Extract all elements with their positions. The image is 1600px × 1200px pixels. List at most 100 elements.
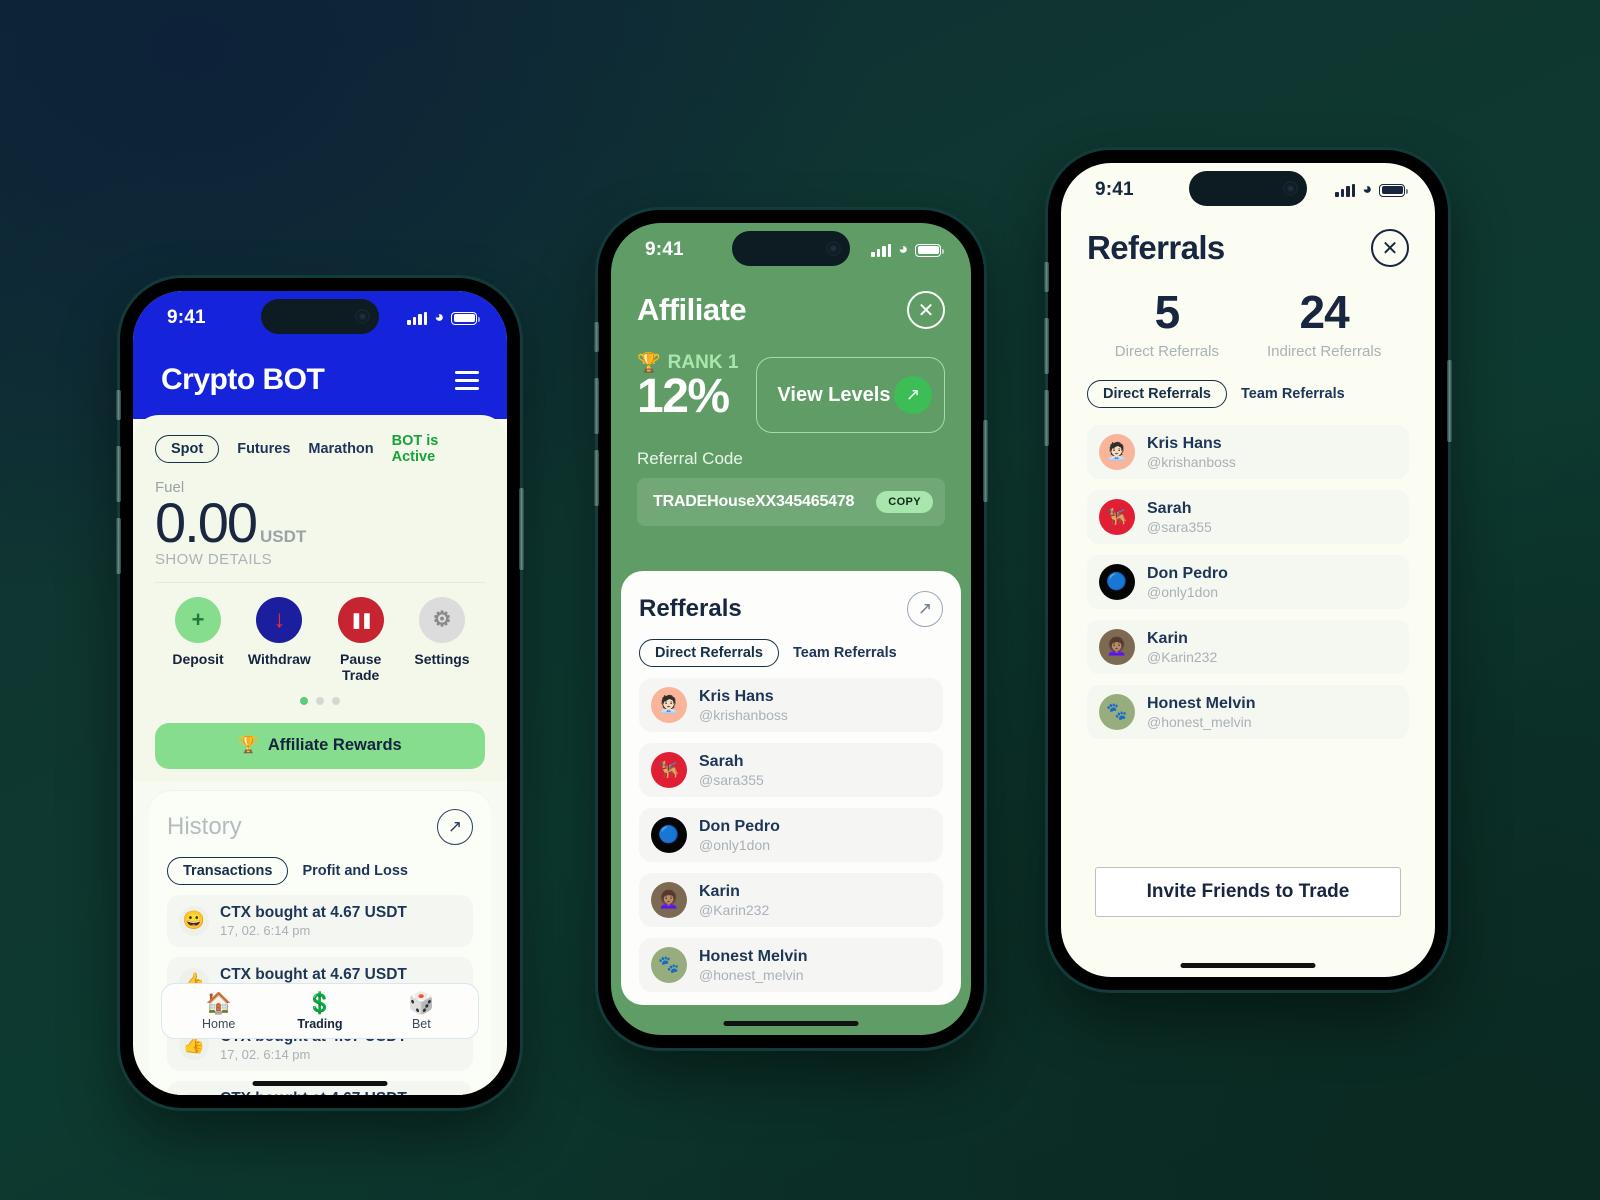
avatar: 🐾 [1099, 694, 1135, 730]
phone3-volume-down-button[interactable] [1044, 390, 1049, 446]
transaction-title: CTX bought at 4.67 USDT [220, 965, 407, 983]
phone2-power-button[interactable] [983, 420, 988, 502]
phone3-power-button[interactable] [1447, 360, 1452, 442]
list-item[interactable]: 👩🏽‍🦱 Karin @Karin232 [639, 873, 943, 927]
referral-tabs: Direct Referrals Team Referrals [639, 639, 943, 667]
phone1-screen: 9:41 ◕ Crypto BOT Spot Futures Marathon … [133, 291, 507, 1095]
tab-team-referrals[interactable]: Team Referrals [793, 645, 897, 661]
tab-direct-referrals[interactable]: Direct Referrals [639, 639, 779, 667]
phone2-volume-down-button[interactable] [594, 450, 599, 506]
home-indicator [252, 1081, 388, 1086]
gear-icon: ⚙ [418, 596, 465, 643]
carousel-dot-3[interactable] [332, 696, 340, 705]
list-item[interactable]: 🐾 Honest Melvin @honest_melvin [639, 938, 943, 992]
arrow-up-right-icon[interactable]: ↗ [437, 808, 473, 845]
close-icon[interactable]: ✕ [1371, 229, 1409, 267]
close-icon[interactable]: ✕ [907, 291, 945, 329]
referral-code-label: Referral Code [637, 449, 743, 468]
invite-friends-button[interactable]: Invite Friends to Trade [1095, 867, 1401, 917]
referral-handle: @only1don [1147, 583, 1219, 600]
view-levels-button[interactable]: View Levels ↗ [756, 357, 945, 433]
dynamic-island [732, 231, 850, 266]
nav-item-home[interactable]: 🏠 Home [168, 992, 269, 1031]
tab-team-referrals[interactable]: Team Referrals [1241, 386, 1345, 402]
tab-marathon[interactable]: Marathon [308, 441, 373, 457]
carousel-dot-2[interactable] [316, 696, 324, 705]
referral-name: Don Pedro [699, 817, 780, 835]
referral-handle: @sara355 [1147, 518, 1212, 535]
nav-item-bet[interactable]: 🎲 Bet [371, 992, 472, 1031]
phone3-screen: 9:41 ◕ Referrals ✕ 5 Direct Referrals 24… [1061, 163, 1435, 977]
list-item[interactable]: 🐾 Honest Melvin @honest_melvin [1087, 685, 1409, 739]
front-camera-icon [1283, 181, 1298, 196]
stat-direct-referrals: 5 Direct Referrals [1115, 289, 1219, 360]
wifi-icon: ◕ [1362, 181, 1372, 198]
affiliate-rewards-button[interactable]: 🏆 Affiliate Rewards [155, 722, 485, 769]
action-pause-trade[interactable]: ❚❚ Pause Trade [322, 596, 400, 683]
hamburger-menu-icon[interactable] [455, 370, 479, 390]
phone1-volume-up-button[interactable] [116, 446, 121, 502]
carousel-dot-1[interactable] [300, 696, 308, 705]
list-item[interactable]: 🧑🏻‍💼 Kris Hans @krishanboss [639, 678, 943, 732]
tab-futures[interactable]: Futures [237, 441, 290, 457]
action-settings[interactable]: ⚙ Settings [403, 596, 481, 683]
page-title: Affiliate [637, 292, 747, 327]
table-row[interactable]: 😀 CTX bought at 4.67 USDT 17, 02. 6:14 p… [167, 894, 473, 947]
nav-item-trading[interactable]: 💲 Trading [269, 992, 370, 1031]
copy-button[interactable]: COPY [876, 491, 933, 513]
stat-indirect-referrals: 24 Indirect Referrals [1267, 289, 1381, 360]
referral-name: Sarah [1147, 499, 1192, 517]
referral-handle: @Karin232 [1147, 648, 1218, 665]
tab-profit-and-loss[interactable]: Profit and Loss [302, 863, 408, 879]
phone-referrals: 9:41 ◕ Referrals ✕ 5 Direct Referrals 24… [1044, 150, 1452, 990]
phone1-main-card: Spot Futures Marathon BOT is Active Fuel… [133, 415, 507, 781]
action-deposit[interactable]: + Deposit [159, 596, 237, 683]
avatar: 🐕‍🦺 [651, 752, 687, 788]
list-item[interactable]: 👩🏽‍🦱 Karin @Karin232 [1087, 620, 1409, 674]
balance-amount: 0.00 [155, 491, 258, 554]
bottom-navigation-bar: 🏠 Home 💲 Trading 🎲 Bet [161, 982, 479, 1039]
referrals-sheet: Refferals ↗ Direct Referrals Team Referr… [621, 571, 961, 1005]
tab-transactions[interactable]: Transactions [167, 856, 289, 885]
list-item[interactable]: 🧑🏻‍💼 Kris Hans @krishanboss [1087, 425, 1409, 479]
stat-indirect-label: Indirect Referrals [1266, 343, 1382, 360]
home-indicator [1180, 963, 1316, 968]
avatar: 🐾 [651, 947, 687, 983]
list-item[interactable]: 🐕‍🦺 Sarah @sara355 [639, 743, 943, 797]
tab-spot[interactable]: Spot [155, 435, 220, 463]
avatar: 🧑🏻‍💼 [1099, 434, 1135, 470]
avatar: 👩🏽‍🦱 [1099, 629, 1135, 665]
referral-code-field[interactable]: TRADEHouseXX345465478 COPY [637, 478, 945, 526]
referral-handle: @Karin232 [699, 901, 770, 918]
transaction-time: 17, 02. 6:14 pm [220, 922, 311, 938]
referrals-list: 🧑🏻‍💼 Kris Hans @krishanboss 🐕‍🦺 Sarah @s… [1061, 408, 1435, 739]
affiliate-rewards-label: Affiliate Rewards [267, 736, 402, 755]
nav-trading-label: Trading [297, 1017, 343, 1031]
arrow-down-icon: ↓ [256, 596, 303, 643]
pause-icon: ❚❚ [337, 596, 384, 643]
phone2-volume-up-button[interactable] [594, 378, 599, 434]
phone3-volume-up-button[interactable] [1044, 318, 1049, 374]
tab-direct-referrals[interactable]: Direct Referrals [1087, 380, 1227, 408]
avatar: 🧑🏻‍💼 [651, 687, 687, 723]
phone2-mute-switch[interactable] [594, 322, 599, 352]
action-withdraw[interactable]: ↓ Withdraw [240, 596, 318, 683]
arrow-up-right-icon[interactable]: ↗ [907, 591, 943, 627]
phone1-mute-switch[interactable] [116, 390, 121, 420]
phone1-power-button[interactable] [519, 488, 524, 570]
thumbs-up-icon: 👍 [179, 1091, 209, 1095]
phone1-volume-down-button[interactable] [116, 518, 121, 574]
bot-status-badge: BOT is Active [392, 433, 485, 465]
carousel-dots[interactable] [155, 696, 485, 705]
phone3-mute-switch[interactable] [1044, 262, 1049, 292]
list-item[interactable]: 🔵 Don Pedro @only1don [639, 808, 943, 862]
referral-name: Kris Hans [699, 687, 774, 705]
referral-name: Sarah [699, 752, 744, 770]
list-item[interactable]: 🐕‍🦺 Sarah @sara355 [1087, 490, 1409, 544]
arrow-up-right-icon: ↗ [894, 376, 932, 414]
list-item[interactable]: 🔵 Don Pedro @only1don [1087, 555, 1409, 609]
market-tabs: Spot Futures Marathon BOT is Active [155, 433, 485, 465]
show-details-link[interactable]: SHOW DETAILS [155, 551, 485, 568]
plus-icon: + [175, 596, 221, 643]
front-camera-icon [826, 241, 841, 256]
